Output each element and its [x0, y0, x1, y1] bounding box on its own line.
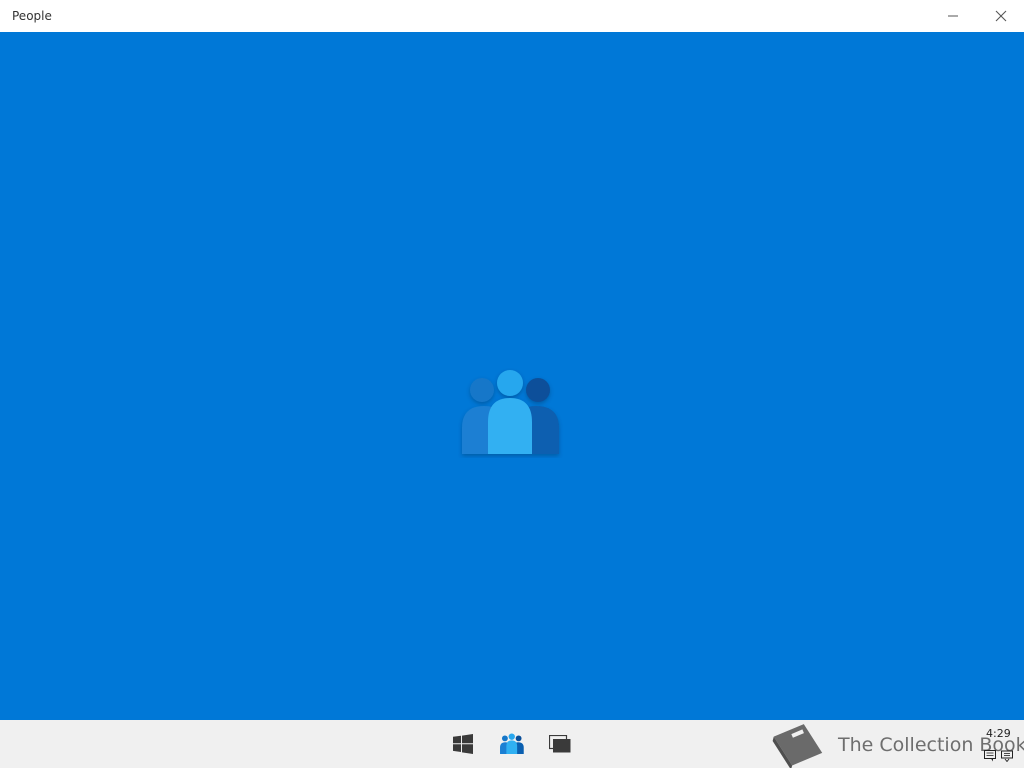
splash-screen [0, 32, 1024, 720]
keyboard-icon[interactable] [1001, 750, 1013, 762]
notification-icon[interactable] [984, 750, 996, 762]
start-button[interactable] [449, 730, 477, 758]
people-icon [500, 733, 524, 755]
close-button[interactable] [978, 0, 1024, 32]
windows-logo-icon [453, 734, 473, 754]
clock[interactable]: 4:29 [986, 727, 1011, 740]
window-title: People [12, 9, 52, 23]
title-bar: People [0, 0, 1024, 32]
minimize-icon [948, 15, 958, 17]
close-icon [995, 10, 1007, 22]
taskbar [0, 720, 1024, 768]
people-app-button[interactable] [498, 730, 526, 758]
task-view-icon [549, 735, 571, 753]
task-view-button[interactable] [546, 730, 574, 758]
people-icon [462, 370, 559, 454]
minimize-button[interactable] [930, 0, 976, 32]
